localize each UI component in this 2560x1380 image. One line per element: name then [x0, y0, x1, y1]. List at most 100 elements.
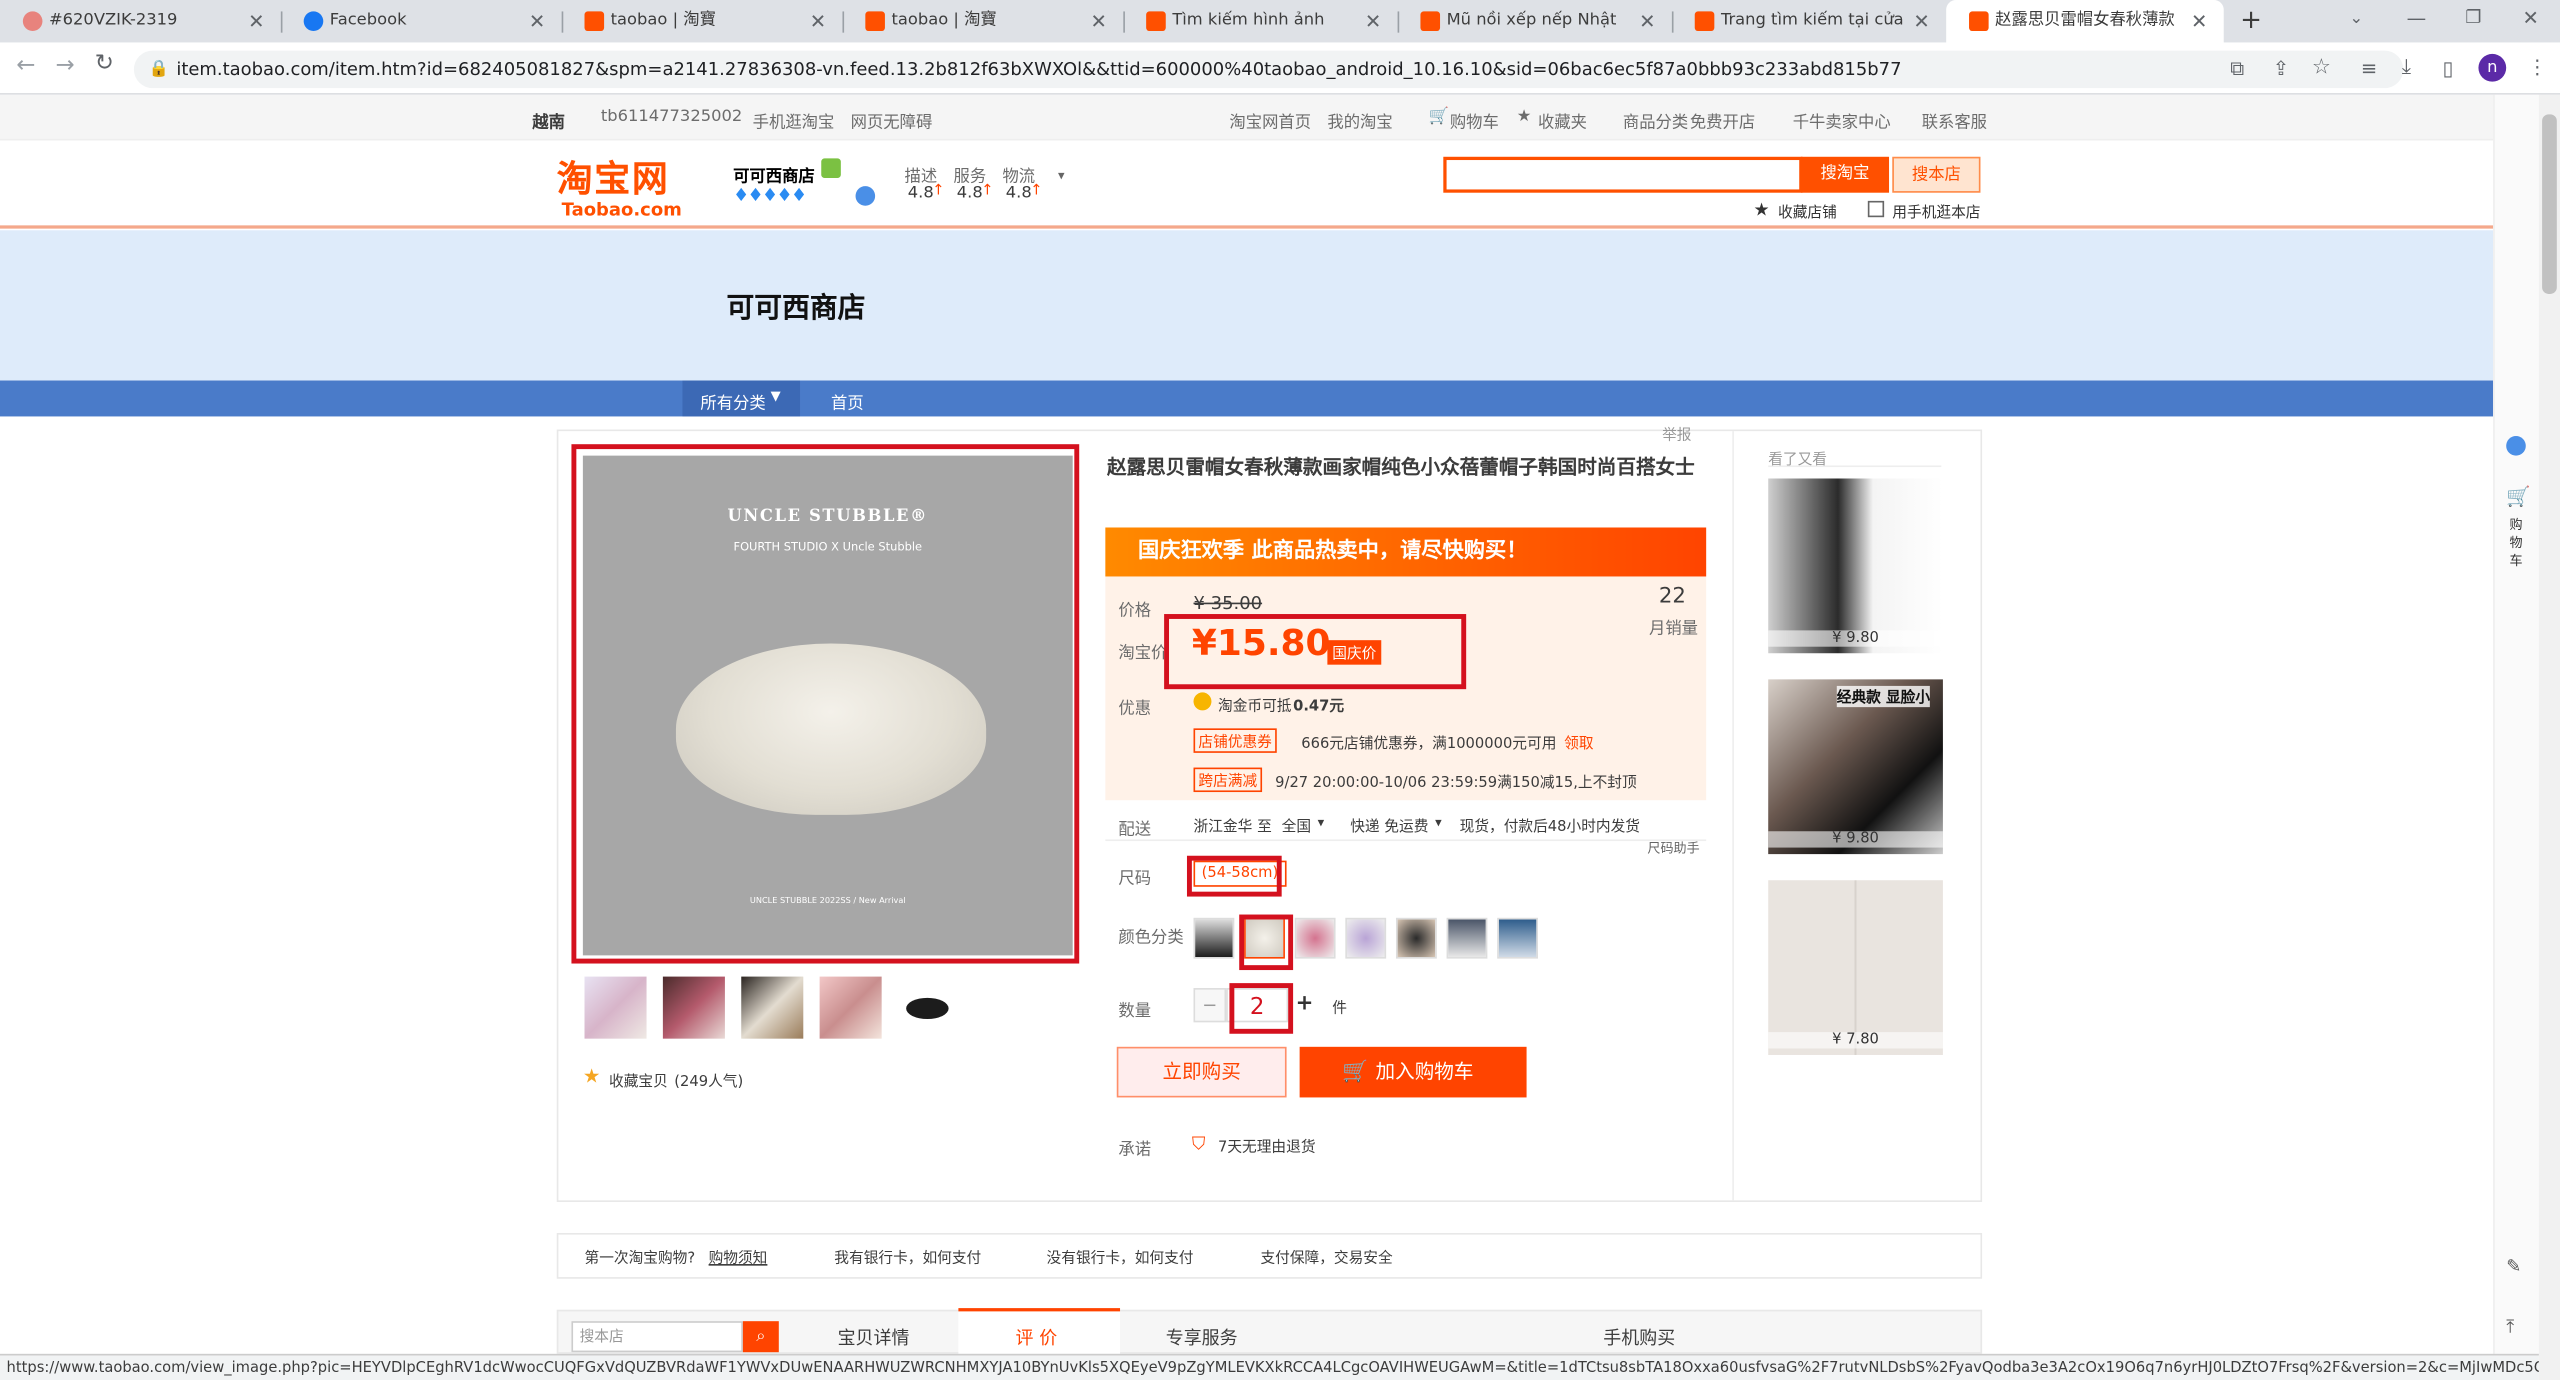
tab-product-detail[interactable]: 宝贝详情	[838, 1324, 910, 1350]
browser-tab-3[interactable]: taobao | 淘寶 ✕	[562, 0, 843, 42]
related-item-3[interactable]: ¥ 7.80	[1768, 880, 1943, 1055]
favorite-item-link[interactable]: 收藏宝贝	[609, 1070, 668, 1091]
help-link-no-card[interactable]: 没有银行卡，如何支付	[1047, 1246, 1194, 1267]
forward-icon[interactable]: →	[56, 52, 75, 78]
scrollbar-thumb[interactable]	[2542, 114, 2557, 294]
color-swatch-pink[interactable]	[1294, 917, 1336, 959]
claim-coupon-link[interactable]: 领取	[1564, 732, 1593, 753]
browser-tab-4[interactable]: taobao | 淘寶 ✕	[842, 0, 1123, 42]
buy-now-button[interactable]: 立即购买	[1116, 1046, 1287, 1098]
color-swatch-purple[interactable]	[1345, 917, 1387, 959]
cart-link[interactable]: 购物车	[1450, 108, 1499, 132]
region-selector[interactable]: 越南	[532, 108, 565, 132]
cart-icon[interactable]: 🛒	[2506, 485, 2530, 508]
side-panel-icon[interactable]: ▯	[2443, 57, 2454, 80]
share-icon[interactable]: ⇪	[2273, 57, 2289, 80]
shield-check-icon: ⛉	[1191, 1133, 1206, 1155]
favorite-shop-link[interactable]: 收藏店铺	[1778, 201, 1837, 222]
size-helper-link[interactable]: 尺码助手	[1647, 839, 1699, 857]
seller-center-link[interactable]: 千牛卖家中心	[1793, 108, 1891, 132]
bookmark-star-icon[interactable]: ☆	[2312, 56, 2331, 80]
back-to-top-icon[interactable]: ⤒	[2506, 1316, 2514, 1339]
taobao-home-link[interactable]: 淘宝网首页	[1229, 108, 1311, 132]
close-tab-icon[interactable]: ✕	[248, 0, 264, 42]
close-tab-icon[interactable]: ✕	[810, 0, 826, 42]
mobile-buy-link[interactable]: 手机购买	[1603, 1324, 1675, 1350]
back-icon[interactable]: ←	[16, 52, 35, 78]
close-tab-icon[interactable]: ✕	[1365, 0, 1381, 42]
color-swatch-model[interactable]	[1395, 917, 1437, 959]
tab-reviews[interactable]: 评 价	[1016, 1324, 1058, 1350]
shopping-guide-link[interactable]: 购物须知	[709, 1246, 768, 1267]
close-tab-icon[interactable]: ✕	[1639, 0, 1655, 42]
rail-cart-label[interactable]: 购物车	[2509, 516, 2522, 570]
address-bar[interactable]: 🔒 item.taobao.com/item.htm?id=6824050818…	[133, 50, 2404, 89]
help-link-safety[interactable]: 支付保障，交易安全	[1260, 1246, 1392, 1267]
search-icon[interactable]: ⌕	[742, 1321, 779, 1353]
open-store-link[interactable]: 免费开店	[1690, 108, 1755, 132]
tab-exclusive-service[interactable]: 专享服务	[1166, 1324, 1238, 1350]
cart-icon: 🛒	[1342, 1059, 1369, 1085]
shop-name-link[interactable]: 可可西商店	[733, 162, 815, 186]
color-swatch-black[interactable]	[1193, 917, 1235, 959]
tab-title: 赵露思贝雷帽女春秋薄款画	[1995, 11, 2175, 30]
related-item-2[interactable]: 经典款 显脸小 ¥ 9.80	[1768, 679, 1943, 855]
browser-tab-6[interactable]: Mũ nồi xếp nếp Nhật Bản dã ✕	[1398, 0, 1672, 42]
search-input[interactable]	[1443, 156, 1803, 193]
minimize-icon[interactable]: —	[2407, 7, 2427, 30]
search-taobao-button[interactable]: 搜淘宝	[1800, 156, 1890, 193]
browser-tab-1[interactable]: #620VZIK-2319 ✕	[0, 0, 281, 42]
media-control-icon[interactable]: ≡	[2361, 57, 2377, 80]
ship-method[interactable]: 快递 免运费	[1350, 815, 1428, 836]
search-shop-button[interactable]: 搜本店	[1892, 156, 1981, 193]
browser-tab-active[interactable]: 赵露思贝雷帽女春秋薄款画 ✕	[1946, 0, 2224, 43]
taobao-logo[interactable]: 淘宝网 Taobao.com	[557, 150, 682, 220]
info-icon	[855, 186, 876, 206]
chevron-down-icon[interactable]: ▾	[1058, 168, 1065, 183]
new-tab-button[interactable]: +	[2240, 3, 2262, 34]
close-tab-icon[interactable]: ✕	[1091, 0, 1107, 42]
browser-tab-2[interactable]: Facebook ✕	[281, 0, 562, 42]
my-taobao-link[interactable]: 我的淘宝	[1327, 108, 1392, 132]
close-tab-icon[interactable]: ✕	[2191, 0, 2207, 42]
ship-to-selector[interactable]: 全国	[1282, 815, 1311, 836]
report-link[interactable]: 举报	[1662, 423, 1691, 444]
shop-home-link[interactable]: 首页	[831, 389, 864, 413]
all-categories-menu[interactable]: 所有分类	[700, 389, 765, 413]
thumbnail-5[interactable]	[897, 976, 961, 1039]
download-icon[interactable]: ⤓	[2402, 56, 2411, 80]
chat-icon[interactable]	[2506, 436, 2526, 456]
quantity-decrease-button[interactable]: −	[1193, 988, 1227, 1023]
category-link[interactable]: 商品分类	[1623, 108, 1688, 132]
reload-icon[interactable]: ↻	[95, 51, 114, 77]
username-link[interactable]: tb611477325002	[601, 108, 742, 126]
favorite-count: (249人气)	[674, 1074, 744, 1091]
browser-tab-7[interactable]: Trang tìm kiếm tại cửa hàng- ✕	[1672, 0, 1946, 42]
browser-tab-5[interactable]: Tìm kiếm hình ảnh trên taob ✕	[1123, 0, 1397, 42]
close-tab-icon[interactable]: ✕	[1913, 0, 1929, 42]
thumbnail-2[interactable]	[662, 976, 725, 1039]
thumbnail-1[interactable]	[584, 976, 647, 1039]
customer-service-link[interactable]: 联系客服	[1922, 108, 1987, 132]
close-tab-icon[interactable]: ✕	[529, 0, 545, 42]
tab-search-icon[interactable]: ⌄	[2349, 10, 2363, 28]
shop-search-input[interactable]: 搜本店	[571, 1321, 743, 1353]
edit-icon[interactable]: ✎	[2506, 1256, 2521, 1277]
color-swatch-grey[interactable]	[1446, 917, 1488, 959]
thumbnail-4[interactable]	[819, 976, 882, 1039]
mobile-taobao-link[interactable]: 手机逛淘宝	[753, 108, 835, 132]
coin-text: 淘金币可抵	[1217, 698, 1292, 716]
close-window-icon[interactable]: ✕	[2523, 7, 2539, 30]
accessibility-link[interactable]: 网页无障碍	[851, 108, 933, 132]
color-swatch-blue[interactable]	[1497, 917, 1539, 959]
profile-avatar[interactable]: n	[2478, 53, 2507, 82]
favorites-link[interactable]: 收藏夹	[1538, 108, 1587, 132]
thumbnail-3[interactable]	[741, 976, 804, 1039]
translate-icon[interactable]: ⧉	[2230, 57, 2244, 81]
add-to-cart-button[interactable]: 🛒 加入购物车	[1299, 1046, 1527, 1098]
menu-kebab-icon[interactable]: ⋮	[2527, 56, 2547, 79]
maximize-icon[interactable]: ❐	[2465, 7, 2481, 28]
mobile-shop-link[interactable]: 用手机逛本店	[1892, 201, 1980, 222]
help-link-bank-card[interactable]: 我有银行卡，如何支付	[834, 1246, 981, 1267]
related-item-1[interactable]: ¥ 9.80	[1768, 478, 1943, 654]
